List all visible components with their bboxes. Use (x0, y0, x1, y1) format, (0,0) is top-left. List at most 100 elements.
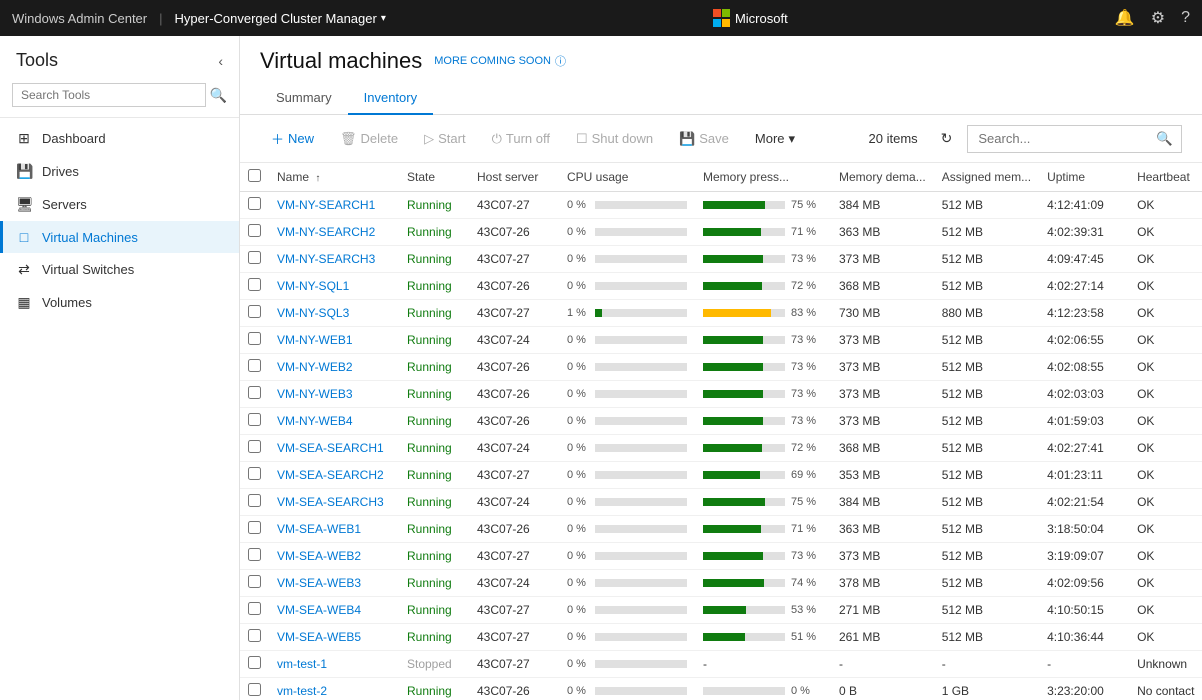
vm-link[interactable]: VM-SEA-WEB4 (277, 603, 361, 617)
cpu-pct-label: 0 % (567, 523, 589, 535)
row-checkbox[interactable] (248, 332, 261, 345)
help-icon[interactable]: ? (1181, 9, 1190, 27)
vm-link[interactable]: VM-NY-WEB2 (277, 360, 353, 374)
vm-uptime-cell: 4:12:41:09 (1039, 192, 1129, 219)
row-checkbox[interactable] (248, 521, 261, 534)
row-checkbox[interactable] (248, 656, 261, 669)
col-header-mpress[interactable]: Memory press... (695, 163, 831, 192)
row-checkbox[interactable] (248, 575, 261, 588)
vm-link[interactable]: VM-SEA-SEARCH3 (277, 495, 384, 509)
sidebar-collapse-button[interactable]: ‹ (218, 53, 223, 69)
row-checkbox-cell[interactable] (240, 354, 269, 381)
row-checkbox[interactable] (248, 224, 261, 237)
vm-mpress-cell: 74 % (695, 570, 831, 597)
select-all-checkbox[interactable] (248, 169, 261, 182)
new-button[interactable]: ＋ New (260, 123, 325, 154)
row-checkbox-cell[interactable] (240, 489, 269, 516)
vm-link[interactable]: VM-SEA-WEB3 (277, 576, 361, 590)
sidebar-item-virtual-machines[interactable]: □Virtual Machines (0, 221, 239, 253)
sidebar-item-volumes[interactable]: ▦Volumes (0, 286, 239, 319)
row-checkbox-cell[interactable] (240, 246, 269, 273)
col-header-cpu[interactable]: CPU usage (559, 163, 695, 192)
row-checkbox-cell[interactable] (240, 516, 269, 543)
row-checkbox[interactable] (248, 683, 261, 696)
row-checkbox-cell[interactable] (240, 570, 269, 597)
sidebar-item-drives[interactable]: 💾Drives (0, 155, 239, 188)
row-checkbox-cell[interactable] (240, 678, 269, 700)
row-checkbox[interactable] (248, 197, 261, 210)
more-coming-soon[interactable]: MORE COMING SOON ⓘ (434, 53, 566, 69)
col-header-state[interactable]: State (399, 163, 469, 192)
search-tools-input[interactable] (12, 83, 206, 107)
vm-link[interactable]: VM-SEA-WEB5 (277, 630, 361, 644)
turnoff-button[interactable]: ⏻ Turn off (481, 125, 561, 153)
col-header-mdema[interactable]: Memory dema... (831, 163, 934, 192)
row-checkbox-cell[interactable] (240, 543, 269, 570)
vm-link[interactable]: VM-SEA-WEB1 (277, 522, 361, 536)
row-checkbox-cell[interactable] (240, 435, 269, 462)
vm-link[interactable]: vm-test-1 (277, 657, 327, 671)
row-checkbox-cell[interactable] (240, 300, 269, 327)
vm-link[interactable]: VM-NY-SEARCH1 (277, 198, 375, 212)
row-checkbox-cell[interactable] (240, 462, 269, 489)
vm-link[interactable]: VM-NY-SEARCH3 (277, 252, 375, 266)
more-button[interactable]: More ▾ (744, 125, 806, 153)
vm-link[interactable]: VM-NY-WEB4 (277, 414, 353, 428)
row-checkbox[interactable] (248, 467, 261, 480)
cpu-bar-bg (595, 471, 687, 479)
row-checkbox[interactable] (248, 440, 261, 453)
row-checkbox[interactable] (248, 251, 261, 264)
vm-link[interactable]: VM-NY-SEARCH2 (277, 225, 375, 239)
search-tools-button[interactable]: 🔍 (210, 87, 227, 104)
row-checkbox-cell[interactable] (240, 651, 269, 678)
vm-link[interactable]: VM-NY-SQL1 (277, 279, 349, 293)
vm-link[interactable]: VM-SEA-SEARCH1 (277, 441, 384, 455)
start-button[interactable]: ▷ Start (413, 125, 476, 153)
delete-button[interactable]: 🗑 Delete (329, 125, 409, 153)
row-checkbox-cell[interactable] (240, 273, 269, 300)
row-checkbox[interactable] (248, 359, 261, 372)
row-checkbox-cell[interactable] (240, 408, 269, 435)
vm-link[interactable]: VM-SEA-SEARCH2 (277, 468, 384, 482)
vm-link[interactable]: VM-SEA-WEB2 (277, 549, 361, 563)
sidebar-item-servers[interactable]: 🖥Servers (0, 188, 239, 221)
cluster-selector[interactable]: Hyper-Converged Cluster Manager ▾ (175, 11, 386, 26)
col-header-amem[interactable]: Assigned mem... (934, 163, 1039, 192)
settings-icon[interactable]: ⚙ (1151, 8, 1165, 28)
row-checkbox-cell[interactable] (240, 192, 269, 219)
vm-link[interactable]: VM-NY-SQL3 (277, 306, 349, 320)
table-search-button[interactable]: 🔍 (1148, 126, 1181, 152)
table-search-input[interactable] (968, 126, 1148, 151)
refresh-button[interactable]: ↻ (930, 124, 964, 153)
shutdown-button[interactable]: ☐ Shut down (565, 125, 664, 153)
vm-amem-cell: 512 MB (934, 381, 1039, 408)
row-checkbox[interactable] (248, 386, 261, 399)
row-checkbox[interactable] (248, 305, 261, 318)
save-button[interactable]: 💾 Save (668, 125, 740, 153)
row-checkbox[interactable] (248, 494, 261, 507)
mem-press-label: 73 % (791, 253, 823, 265)
row-checkbox[interactable] (248, 629, 261, 642)
row-checkbox-cell[interactable] (240, 219, 269, 246)
tab-summary[interactable]: Summary (260, 82, 348, 115)
vm-link[interactable]: VM-NY-WEB3 (277, 387, 353, 401)
row-checkbox-cell[interactable] (240, 597, 269, 624)
row-checkbox-cell[interactable] (240, 327, 269, 354)
sidebar-item-dashboard[interactable]: ⊞Dashboard (0, 122, 239, 155)
vm-link[interactable]: VM-NY-WEB1 (277, 333, 353, 347)
row-checkbox[interactable] (248, 548, 261, 561)
notification-icon[interactable]: 🔔 (1115, 8, 1135, 28)
col-header-hb[interactable]: Heartbeat (1129, 163, 1202, 192)
row-checkbox-cell[interactable] (240, 624, 269, 651)
vm-link[interactable]: vm-test-2 (277, 684, 327, 698)
select-all-header[interactable] (240, 163, 269, 192)
row-checkbox[interactable] (248, 278, 261, 291)
row-checkbox[interactable] (248, 413, 261, 426)
row-checkbox-cell[interactable] (240, 381, 269, 408)
col-header-name[interactable]: Name ↑ (269, 163, 399, 192)
sidebar-item-virtual-switches[interactable]: ⇄Virtual Switches (0, 253, 239, 286)
col-header-uptime[interactable]: Uptime (1039, 163, 1129, 192)
col-header-host[interactable]: Host server (469, 163, 559, 192)
tab-inventory[interactable]: Inventory (348, 82, 433, 115)
row-checkbox[interactable] (248, 602, 261, 615)
